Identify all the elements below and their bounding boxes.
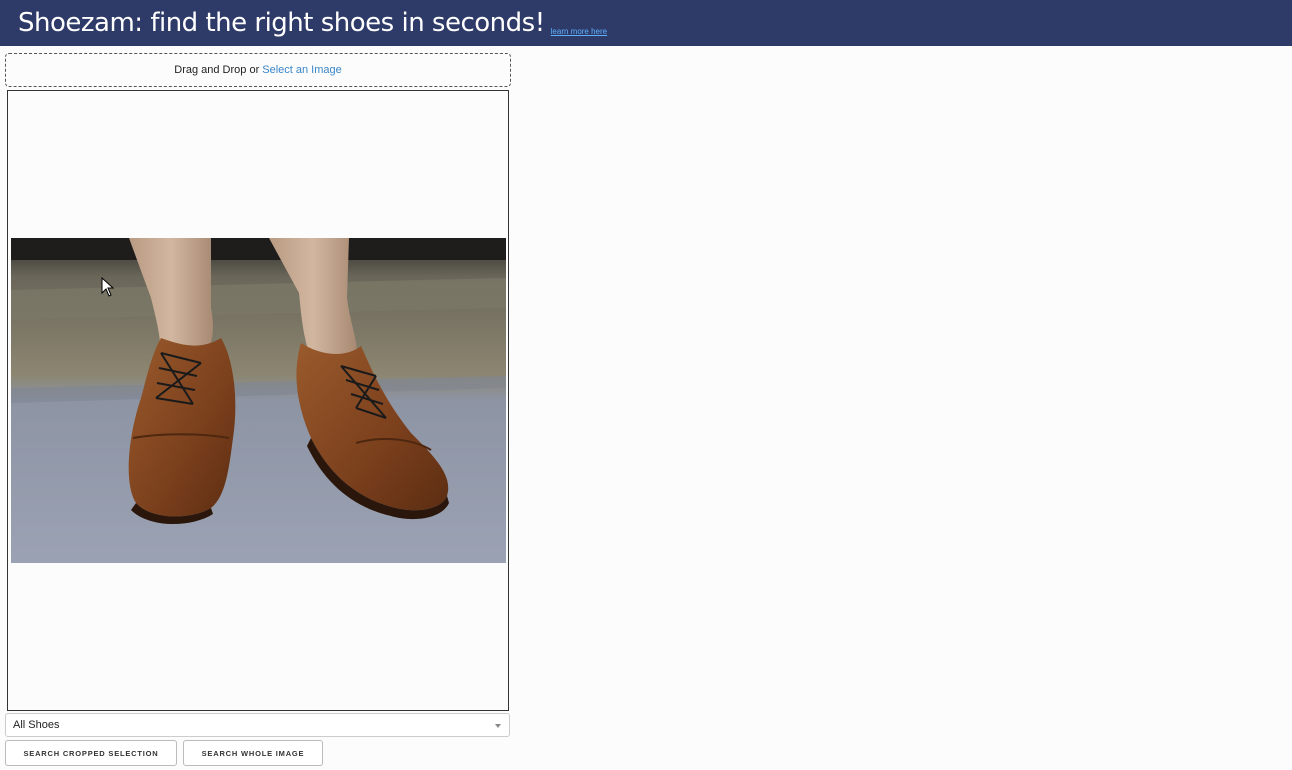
category-selected-value: All Shoes — [13, 719, 60, 731]
app-header: Shoezam: find the right shoes in seconds… — [0, 0, 1292, 46]
chevron-down-icon — [495, 724, 501, 728]
search-whole-button[interactable]: SEARCH WHOLE IMAGE — [183, 740, 323, 766]
shoe-category-select[interactable]: All Shoes — [5, 713, 510, 737]
image-crop-area[interactable] — [7, 90, 509, 711]
search-cropped-button[interactable]: SEARCH CROPPED SELECTION — [5, 740, 177, 766]
dropzone-prompt: Drag and Drop or — [174, 64, 260, 76]
image-dropzone[interactable]: Drag and Drop or Select an Image — [5, 53, 511, 87]
uploaded-shoe-photo[interactable] — [11, 238, 506, 563]
learn-more-link[interactable]: learn more here — [551, 27, 607, 36]
select-image-link[interactable]: Select an Image — [262, 64, 342, 76]
page-title: Shoezam: find the right shoes in seconds… — [18, 8, 545, 38]
mouse-cursor-icon — [101, 277, 115, 297]
